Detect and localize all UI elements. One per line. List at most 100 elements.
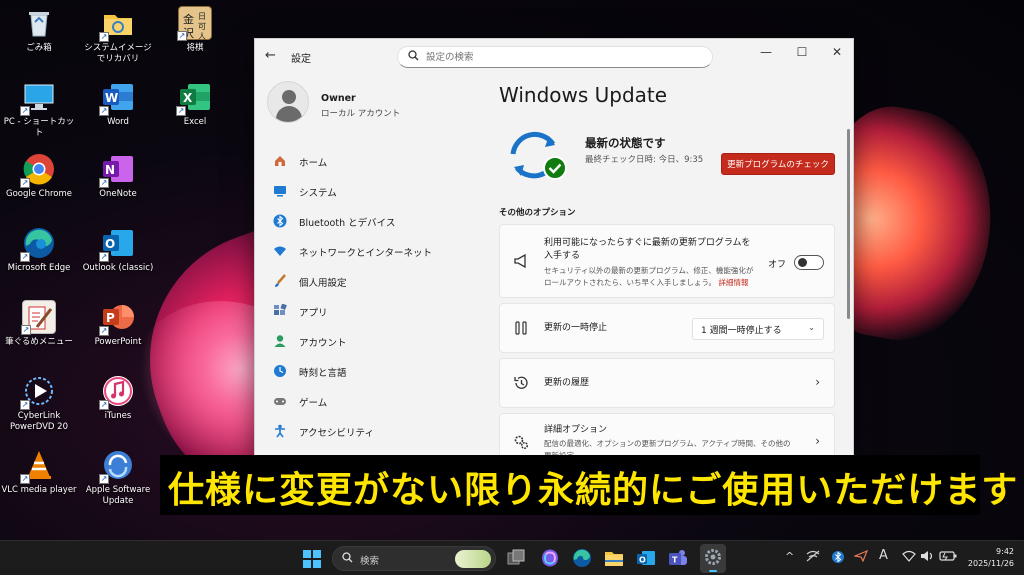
taskbar: 検索 O T ^ A 9:42 2025/11/26 — [0, 540, 1024, 575]
back-arrow-icon[interactable]: ← — [265, 48, 276, 63]
minimize-icon[interactable]: — — [755, 45, 777, 59]
settings-search-box[interactable] — [397, 46, 713, 68]
svg-text:O: O — [639, 556, 646, 565]
home-icon — [273, 154, 287, 168]
chevron-down-icon: ⌄ — [808, 323, 815, 332]
system-icon — [273, 184, 287, 198]
learn-more-link[interactable]: 詳細情報 — [718, 278, 748, 287]
advanced-options-title: 詳細オプション — [544, 425, 608, 435]
taskbar-search[interactable]: 検索 — [332, 546, 496, 571]
taskbar-clock[interactable]: 9:42 2025/11/26 — [962, 546, 1014, 570]
wifi-icon — [273, 244, 287, 258]
taskbar-search-label: 検索 — [360, 556, 380, 567]
svg-text:金: 金 — [183, 12, 194, 26]
desktop-icon-apple-software-update[interactable]: ↗ Apple Software Update — [80, 448, 156, 507]
sidebar-nav: ホーム システム Bluetooth とデバイス ネットワークとインターネット … — [267, 146, 487, 446]
desktop-icon-chrome[interactable]: ↗ Google Chrome — [1, 152, 77, 200]
latest-updates-toggle[interactable] — [794, 255, 824, 270]
desktop-icon-powerdvd[interactable]: ↗ CyberLink PowerDVD 20 — [1, 374, 77, 433]
edge-icon: ↗ — [20, 226, 56, 262]
desktop-icon-recycle-bin[interactable]: ごみ箱 — [1, 6, 77, 54]
desktop-icon-vlc[interactable]: ↗ VLC media player — [1, 448, 77, 496]
other-options-heading: その他のオプション — [499, 208, 576, 218]
desktop-icon-onenote[interactable]: N ↗ OneNote — [80, 152, 156, 200]
windows-update-page: Windows Update 最新の状態です 最終チェック日時: 今日、9:35… — [499, 73, 849, 457]
user-name: Owner — [321, 93, 356, 104]
user-profile[interactable]: Owner ローカル アカウント — [267, 81, 487, 131]
chrome-icon: ↗ — [20, 152, 56, 188]
chevron-right-icon: › — [815, 375, 820, 389]
sidebar-item-home[interactable]: ホーム — [267, 146, 487, 176]
file-explorer-icon[interactable] — [604, 548, 624, 568]
desktop-icon-shogi[interactable]: 金沢日可人 ↗ 将棋 — [157, 6, 233, 54]
megaphone-icon — [512, 253, 530, 273]
update-history-card[interactable]: 更新の履歴 › — [499, 358, 835, 408]
latest-updates-desc: セキュリティ以外の最新の更新プログラム、修正、機能強化がロールアウトされたら、い… — [544, 266, 754, 287]
desktop-icon-pc[interactable]: ↗ PC - ショートカット — [1, 80, 77, 139]
desktop-icon-fudegurume[interactable]: ↗ 筆ぐるめメニュー — [1, 300, 77, 348]
sidebar-item-personalization[interactable]: 個人用設定 — [267, 266, 487, 296]
avatar — [267, 81, 309, 123]
wifi-icon[interactable] — [902, 550, 916, 565]
task-view-icon[interactable] — [506, 548, 526, 568]
send-icon[interactable] — [852, 549, 869, 565]
onenote-icon: N ↗ — [99, 152, 135, 188]
edge-icon[interactable] — [572, 548, 592, 568]
chevron-up-icon[interactable]: ^ — [785, 550, 794, 563]
maximize-icon[interactable]: ☐ — [791, 45, 813, 59]
volume-icon[interactable] — [920, 550, 934, 565]
sync-status-icon — [505, 128, 571, 184]
network-off-icon[interactable] — [806, 550, 820, 565]
sidebar-item-network[interactable]: ネットワークとインターネット — [267, 236, 487, 266]
desktop-icon-excel[interactable]: X ↗ Excel — [157, 80, 233, 128]
recycle-bin-icon — [22, 6, 56, 40]
sidebar-item-accessibility[interactable]: アクセシビリティ — [267, 416, 487, 446]
status-title: 最新の状態です — [585, 136, 666, 150]
bluetooth-icon[interactable] — [832, 550, 844, 567]
close-icon[interactable]: ✕ — [826, 45, 848, 59]
desktop-icon-outlook[interactable]: O ↗ Outlook (classic) — [80, 226, 156, 274]
pause-icon — [512, 320, 530, 340]
advanced-options-card[interactable]: 詳細オプション 配信の最適化、オプションの更新プログラム、アクティブ時間、その他… — [499, 413, 835, 457]
svg-text:N: N — [105, 163, 115, 177]
desktop-icon-system-recovery[interactable]: ↗ システムイメージでリカバリ — [80, 6, 156, 65]
search-input[interactable] — [426, 50, 696, 65]
ime-indicator[interactable]: A — [879, 548, 888, 563]
desktop-icon-itunes[interactable]: ↗ iTunes — [80, 374, 156, 422]
clock-time: 9:42 — [996, 547, 1014, 556]
svg-text:O: O — [105, 237, 115, 251]
sidebar-item-bluetooth[interactable]: Bluetooth とデバイス — [267, 206, 487, 236]
history-icon — [512, 375, 530, 395]
pause-duration-dropdown[interactable]: 1 週間一時停止する ⌄ — [692, 318, 824, 340]
sidebar-item-apps[interactable]: アプリ — [267, 296, 487, 326]
latest-updates-title: 利用可能になったらすぐに最新の更新プログラムを入手する — [544, 238, 751, 261]
content-scrollbar[interactable] — [847, 129, 850, 319]
teams-icon[interactable]: T — [668, 548, 688, 568]
settings-taskbar-button[interactable] — [700, 544, 726, 573]
last-check-time: 最終チェック日時: 今日、9:35 — [585, 155, 704, 165]
sidebar-item-system[interactable]: システム — [267, 176, 487, 206]
fudegurume-icon: ↗ — [21, 300, 56, 335]
outlook-icon[interactable]: O — [636, 548, 656, 568]
desktop-icon-edge[interactable]: ↗ Microsoft Edge — [1, 226, 77, 274]
apps-icon — [273, 303, 287, 318]
battery-icon[interactable] — [939, 550, 957, 565]
sidebar-item-gaming[interactable]: ゲーム — [267, 386, 487, 416]
word-icon: W ↗ — [99, 80, 135, 116]
search-highlight-art — [455, 550, 491, 568]
svg-text:P: P — [106, 311, 115, 325]
sidebar-item-time-language[interactable]: 時刻と言語 — [267, 356, 487, 386]
sidebar-item-accounts[interactable]: アカウント — [267, 326, 487, 356]
latest-updates-card[interactable]: 利用可能になったらすぐに最新の更新プログラムを入手する セキュリティ以外の最新の… — [499, 224, 835, 298]
brush-icon — [273, 274, 287, 288]
desktop-icon-word[interactable]: W ↗ Word — [80, 80, 156, 128]
pause-updates-card: 更新の一時停止 1 週間一時停止する ⌄ — [499, 303, 835, 353]
copilot-icon[interactable] — [540, 548, 560, 568]
desktop-icon-powerpoint[interactable]: P ↗ PowerPoint — [80, 300, 156, 348]
itunes-icon: ↗ — [99, 374, 135, 410]
check-for-updates-button[interactable]: 更新プログラムのチェック — [721, 153, 835, 175]
update-history-title: 更新の履歴 — [544, 378, 590, 388]
gamepad-icon — [273, 394, 287, 408]
windows-start-icon[interactable] — [303, 550, 321, 568]
search-icon — [408, 50, 419, 64]
